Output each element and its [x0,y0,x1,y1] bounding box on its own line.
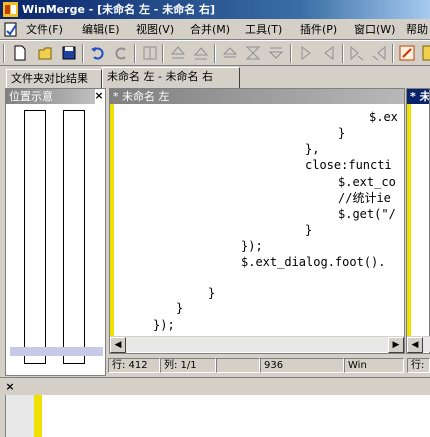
edit-icon[interactable] [398,44,416,62]
code-line: } [305,223,313,237]
left-status-bar: 行: 412 列: 1/1 936 Win [108,356,406,375]
menu-help[interactable]: 帮助 [404,21,430,38]
status-column: 列: 1/1 [160,358,216,373]
right-editor-pane[interactable]: * 未 [406,88,430,354]
first-diff-icon[interactable] [221,44,239,62]
code-line: close:functi [305,158,392,172]
location-viewport-marker[interactable] [10,347,103,356]
current-diff-icon[interactable] [244,44,262,62]
scroll-right-icon[interactable]: ▶ [388,337,404,353]
menu-plugins[interactable]: 插件(P) [298,21,339,38]
code-line: $.ex [369,110,398,124]
title-bar: WinMerge - [未命名 左 - 未命名 右] [0,0,430,19]
status-line: 行: 412 [108,358,160,373]
left-horizontal-scrollbar[interactable]: ◀ ▶ [110,336,404,353]
status-blank [216,358,260,373]
window-title: WinMerge - [未命名 左 - 未命名 右] [22,3,216,16]
toolbar-separator [162,44,164,63]
close-icon[interactable]: × [4,380,16,394]
left-editor-gutter [110,104,114,353]
copy-right-icon[interactable] [297,44,315,62]
status-line-right: 行: [407,358,430,373]
code-line: } [176,301,184,315]
code-line: }); [153,318,175,332]
menu-file[interactable]: 文件(F) [24,21,65,38]
location-bar-right[interactable] [63,110,85,364]
menu-bar: 文件(F) 编辑(E) 视图(V) 合并(M) 工具(T) 插件(P) 窗口(W… [0,19,430,40]
help-icon[interactable] [421,44,430,62]
status-eol: Win [344,358,404,373]
new-icon[interactable] [11,44,29,62]
last-diff-icon[interactable] [267,44,285,62]
copy-right-advance-icon[interactable] [348,44,366,62]
diff-detail-pane: × [0,377,430,437]
toolbar-separator [392,44,394,63]
right-status-bar: 行: [407,356,430,375]
menu-view[interactable]: 视图(V) [134,21,176,38]
code-line: }, [305,142,320,156]
menu-window[interactable]: 窗口(W) [352,21,397,38]
menu-merge[interactable]: 合并(M) [188,21,232,38]
code-line: //统计ie [338,191,391,205]
prev-diff-icon[interactable] [169,44,187,62]
location-pane: 位置示意 × [5,88,106,376]
menu-edit[interactable]: 编辑(E) [80,21,122,38]
diff-detail-marker [34,395,42,437]
code-line: } [338,126,346,140]
toolbar-separator [214,44,216,63]
left-editor-title: * 未命名 左 [110,89,404,104]
toolbar-grip [3,44,5,63]
toolbar [0,40,430,66]
toolbar-separator [134,44,136,63]
scroll-left-icon[interactable]: ◀ [407,337,423,353]
code-line: $.get("/ [338,207,396,221]
copy-left-advance-icon[interactable] [370,44,388,62]
diff-detail-gutter [6,395,34,437]
status-codepage: 936 [260,358,344,373]
location-pane-title: 位置示意 [6,89,95,104]
right-editor-gutter [407,104,411,353]
tab-file-compare[interactable]: 未命名 左 - 未命名 右 [102,67,240,88]
menu-tools[interactable]: 工具(T) [243,21,284,38]
undo-icon[interactable] [89,44,107,62]
winmerge-app-icon [3,2,18,17]
open-icon[interactable] [37,44,55,62]
tab-folder-compare[interactable]: 文件夹对比结果 [6,69,102,88]
document-icon[interactable] [4,22,18,37]
right-editor-title: * 未 [407,89,429,104]
redo-icon[interactable] [112,44,130,62]
toolbar-separator [290,44,292,63]
location-bar-left[interactable] [24,110,46,364]
diff-detail-editor[interactable] [5,395,430,437]
toolbar-separator [82,44,84,63]
document-tab-strip: 文件夹对比结果 未命名 左 - 未命名 右 [0,66,430,88]
code-line: $.ext_dialog.foot(). [241,255,386,269]
code-line: } [208,286,216,300]
options-icon[interactable] [141,44,159,62]
next-diff-icon[interactable] [192,44,210,62]
scroll-left-icon[interactable]: ◀ [110,337,126,353]
save-icon[interactable] [60,44,78,62]
right-horizontal-scrollbar[interactable]: ◀ [407,336,430,353]
code-line: $.ext_co [338,175,396,189]
code-line: }); [241,239,263,253]
close-icon[interactable]: × [93,89,105,103]
left-editor-pane[interactable]: * 未命名 左 $.ex } }, close:functi $.ext_co … [109,88,405,354]
copy-left-icon[interactable] [320,44,338,62]
toolbar-separator [342,44,344,63]
